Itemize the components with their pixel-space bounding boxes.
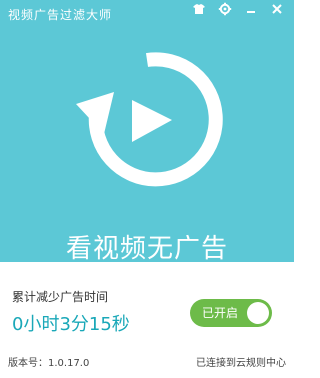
cloud-status-text: 已连接到云规则中心 — [196, 358, 286, 369]
toggle-knob[interactable] — [247, 302, 269, 324]
filter-toggle[interactable]: 已开启 — [190, 299, 272, 327]
tagline: 看视频无广告 — [65, 234, 228, 264]
title-buttons — [192, 0, 284, 18]
close-icon[interactable] — [270, 2, 284, 16]
hero: 看视频无广告 — [0, 30, 294, 264]
header-panel: 视频广告过滤大师 看视频无广告 — [0, 0, 294, 264]
minimize-icon[interactable] — [244, 2, 258, 16]
window-title: 视频广告过滤大师 — [8, 8, 113, 22]
bottom-panel: 累计减少广告时间 0小时3分15秒 已开启 版本号：1.0.17.0 已连接到云… — [0, 262, 294, 378]
replay-play-icon — [76, 52, 223, 187]
version-text: 版本号：1.0.17.0 — [8, 358, 90, 369]
gear-icon[interactable] — [218, 2, 232, 16]
ad-time-label: 累计减少广告时间 — [12, 290, 109, 304]
ad-time-value: 0小时3分15秒 — [12, 314, 130, 335]
app-window: 视频广告过滤大师 看视频无广告 累计减少广告时间 0小时3分15秒 已开启 版本… — [0, 0, 294, 378]
shirt-icon[interactable] — [192, 2, 206, 16]
toggle-label: 已开启 — [202, 306, 239, 320]
